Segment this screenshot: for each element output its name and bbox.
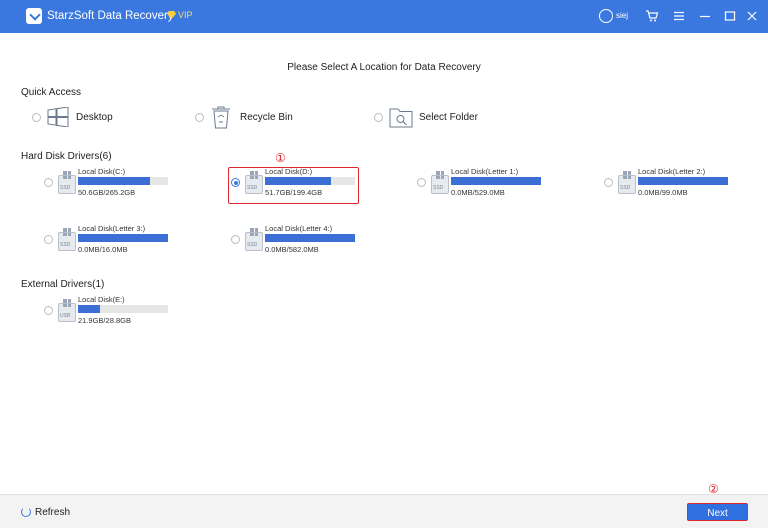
drive-tag: USB xyxy=(60,313,71,319)
drive-icon: SSD xyxy=(245,171,263,194)
disk-usage-fill xyxy=(78,234,168,242)
disk-item[interactable]: SSD Local Disk(Letter 1:) 0.0MB/529.0MB xyxy=(417,165,587,205)
disk-size: 0.0MB/529.0MB xyxy=(451,188,505,197)
disk-item[interactable]: SSD Local Disk(Letter 2:) 0.0MB/99.0MB xyxy=(604,165,768,205)
refresh-icon[interactable] xyxy=(21,507,31,517)
refresh-button[interactable]: Refresh xyxy=(35,507,70,518)
disk-name: Local Disk(Letter 4:) xyxy=(265,224,333,233)
drive-tag: SSD xyxy=(247,185,258,191)
disk-radio[interactable] xyxy=(44,306,53,315)
disk-size: 50.6GB/265.2GB xyxy=(78,188,136,197)
drive-tag: SSD xyxy=(247,242,258,248)
disk-usage-bar xyxy=(78,177,168,185)
select-folder-radio[interactable] xyxy=(374,113,383,122)
disk-size: 51.7GB/199.4GB xyxy=(265,188,323,197)
disk-radio[interactable] xyxy=(417,178,426,187)
disk-radio[interactable] xyxy=(604,178,613,187)
drive-icon: SSD xyxy=(58,171,76,194)
disk-name: Local Disk(E:) xyxy=(78,295,125,304)
step-1-marker: ① xyxy=(275,151,286,165)
disk-size: 0.0MB/16.0MB xyxy=(78,245,128,254)
maximize-icon[interactable] xyxy=(723,9,737,23)
disk-usage-fill xyxy=(265,177,331,185)
footer-bar: Refresh Next xyxy=(0,494,768,528)
drive-tag: SSD xyxy=(620,185,631,191)
drive-icon: SSD xyxy=(58,228,76,251)
disk-usage-fill xyxy=(638,177,728,185)
recycle-bin-icon xyxy=(210,105,232,134)
diamond-icon xyxy=(167,11,176,19)
external-drivers-title: External Drivers(1) xyxy=(21,279,105,290)
disk-name: Local Disk(C:) xyxy=(78,167,126,176)
disk-size: 21.9GB/28.8GB xyxy=(78,316,131,325)
drive-tag: SSD xyxy=(433,185,444,191)
drive-icon: SSD xyxy=(618,171,636,194)
drive-icon: SSD xyxy=(431,171,449,194)
disk-item[interactable]: SSD Local Disk(C:) 50.6GB/265.2GB xyxy=(44,165,214,205)
disk-radio[interactable] xyxy=(44,235,53,244)
disk-radio[interactable] xyxy=(231,178,240,187)
hard-disk-title: Hard Disk Drivers(6) xyxy=(21,151,112,162)
disk-name: Local Disk(D:) xyxy=(265,167,313,176)
select-folder-label: Select Folder xyxy=(419,112,478,123)
disk-item[interactable]: SSD Local Disk(Letter 4:) 0.0MB/582.0MB xyxy=(231,222,401,262)
desktop-label: Desktop xyxy=(76,112,113,123)
disk-usage-fill xyxy=(265,234,355,242)
quick-access-title: Quick Access xyxy=(21,87,82,98)
disk-usage-bar xyxy=(78,305,168,313)
title-bar: StarzSoft Data Recovery VIP siej xyxy=(0,0,768,33)
recycle-bin-radio[interactable] xyxy=(195,113,204,122)
drive-icon: SSD xyxy=(245,228,263,251)
disk-item[interactable]: SSD Local Disk(Letter 3:) 0.0MB/16.0MB xyxy=(44,222,214,262)
user-name[interactable]: siej xyxy=(616,11,628,20)
disk-usage-fill xyxy=(78,305,100,313)
disk-radio[interactable] xyxy=(231,235,240,244)
disk-name: Local Disk(Letter 1:) xyxy=(451,167,519,176)
disk-usage-fill xyxy=(451,177,541,185)
disk-name: Local Disk(Letter 2:) xyxy=(638,167,706,176)
minimize-icon[interactable] xyxy=(698,9,712,23)
disk-size: 0.0MB/582.0MB xyxy=(265,245,319,254)
drive-tag: SSD xyxy=(60,242,71,248)
vip-badge[interactable]: VIP xyxy=(167,10,193,20)
disk-usage-bar xyxy=(451,177,541,185)
app-logo-icon xyxy=(26,8,42,24)
app-title: StarzSoft Data Recovery xyxy=(47,10,174,22)
cart-icon[interactable] xyxy=(645,9,659,23)
vip-label: VIP xyxy=(178,10,193,20)
disk-usage-fill xyxy=(78,177,150,185)
disk-usage-bar xyxy=(78,234,168,242)
disk-usage-bar xyxy=(638,177,728,185)
disk-usage-bar xyxy=(265,177,355,185)
disk-usage-bar xyxy=(265,234,355,242)
folder-search-icon xyxy=(389,106,413,133)
menu-icon[interactable] xyxy=(672,9,686,23)
next-button[interactable]: Next xyxy=(687,503,748,521)
disk-item[interactable]: SSD Local Disk(D:) 51.7GB/199.4GB xyxy=(231,165,401,205)
desktop-radio[interactable] xyxy=(32,113,41,122)
user-avatar-icon[interactable] xyxy=(599,9,613,23)
desktop-icon xyxy=(47,106,69,132)
disk-radio[interactable] xyxy=(44,178,53,187)
page-heading: Please Select A Location for Data Recove… xyxy=(287,62,481,73)
drive-icon: USB xyxy=(58,299,76,322)
close-icon[interactable] xyxy=(745,9,759,23)
disk-size: 0.0MB/99.0MB xyxy=(638,188,688,197)
disk-name: Local Disk(Letter 3:) xyxy=(78,224,146,233)
drive-tag: SSD xyxy=(60,185,71,191)
recycle-bin-label: Recycle Bin xyxy=(240,112,293,123)
disk-item[interactable]: USB Local Disk(E:) 21.9GB/28.8GB xyxy=(44,293,214,333)
